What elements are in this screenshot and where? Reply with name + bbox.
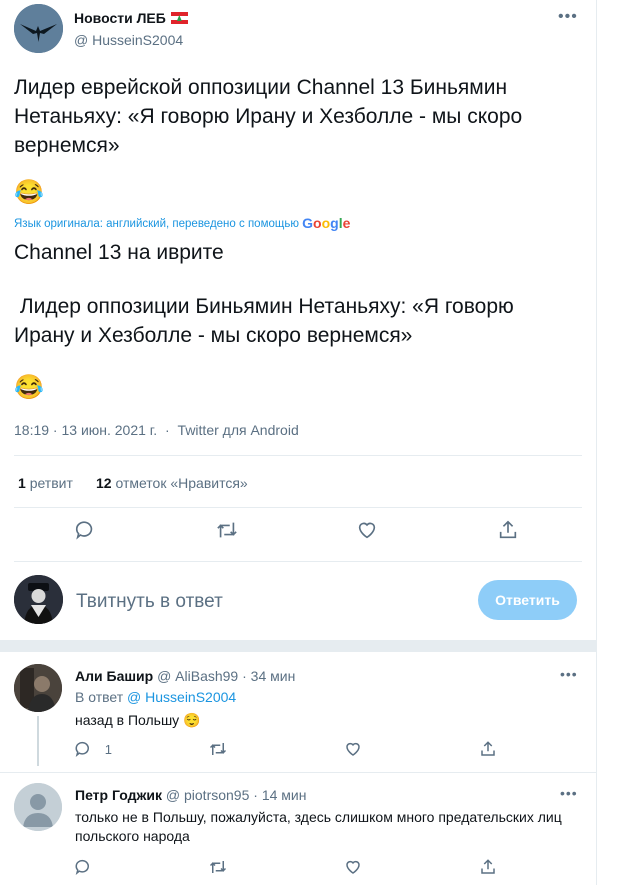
tweet-column: Новости ЛЕБ @ HusseinS2004 ••• Лидер евр…	[0, 0, 597, 885]
like-stat[interactable]: 12 отметок «Нравится»	[96, 475, 248, 491]
retweet-count: 1	[18, 475, 26, 491]
tweet-text-translated: Лидер еврейской оппозиции Channel 13 Бин…	[14, 76, 523, 157]
reply-icon[interactable]	[74, 741, 92, 762]
retweet-stat[interactable]: 1 ретвит	[18, 475, 73, 491]
like-icon[interactable]	[344, 740, 362, 763]
thread-line	[37, 716, 39, 766]
comment-author-handle[interactable]: @ AliBash99	[157, 668, 238, 684]
reply-icon[interactable]	[74, 858, 92, 881]
meta-dot: ·	[164, 422, 170, 438]
tears-of-joy-emoji-2: 😂	[14, 374, 44, 401]
translation-note[interactable]: Язык оригинала: английский, переведено с…	[14, 215, 350, 231]
translation-note-text: Язык оригинала: английский, переведено с…	[14, 218, 299, 230]
lebanon-flag-icon	[170, 12, 188, 24]
tweet-source[interactable]: Twitter для Android	[178, 422, 299, 438]
retweet-icon[interactable]	[208, 740, 228, 763]
reply-to-line: В ответ @ HusseinS2004	[75, 689, 236, 705]
share-icon[interactable]	[479, 858, 497, 881]
section-gap	[0, 640, 596, 652]
comment-more-icon[interactable]: •••	[560, 785, 578, 801]
tears-of-joy-emoji: 😂	[14, 179, 44, 206]
comment-avatar-default[interactable]	[14, 783, 62, 831]
comment-time[interactable]: · 14 мин	[253, 787, 306, 803]
like-label: отметок «Нравится»	[115, 475, 248, 491]
retweet-icon[interactable]	[208, 858, 228, 881]
like-icon[interactable]	[356, 519, 378, 547]
user-avatar[interactable]	[14, 575, 63, 624]
reply-icon[interactable]	[74, 519, 96, 547]
like-count: 12	[96, 475, 112, 491]
reply-input[interactable]: Твитнуть в ответ	[76, 591, 223, 613]
share-icon[interactable]	[479, 740, 497, 763]
tweet-meta: 18:19 · 13 июн. 2021 г. · Twitter для An…	[14, 422, 299, 438]
share-icon[interactable]	[497, 519, 519, 547]
tweet-text-original-line1: Channel 13 на иврите	[14, 241, 224, 264]
comment-author-handle[interactable]: @ piotrson95	[166, 787, 249, 803]
comment-reply-button[interactable]: 1	[74, 740, 112, 763]
comment-header: Петр Годжик @ piotrson95 · 14 мин	[75, 787, 306, 803]
retweet-label: ретвит	[29, 475, 73, 491]
author-handle[interactable]: @ HusseinS2004	[74, 32, 183, 48]
reply-to-handle[interactable]: @ HusseinS2004	[127, 689, 236, 705]
comment-reply-count: 1	[104, 742, 112, 757]
comment-more-icon[interactable]: •••	[560, 666, 578, 682]
comment-time[interactable]: · 34 мин	[242, 668, 295, 684]
google-logo: Google	[302, 215, 351, 231]
reply-to-prefix: В ответ	[75, 689, 124, 705]
comment-header: Али Башир @ AliBash99 · 34 мин	[75, 668, 295, 684]
author-name[interactable]: Новости ЛЕБ	[74, 10, 188, 26]
author-name-text: Новости ЛЕБ	[74, 10, 166, 26]
more-options-icon[interactable]: •••	[558, 8, 578, 26]
tweet-text-original-line2: Лидер оппозиции Биньямин Нетаньяху: «Я г…	[14, 295, 520, 347]
divider	[0, 772, 596, 773]
divider	[14, 561, 582, 562]
retweet-icon[interactable]	[215, 519, 239, 547]
comment-author-name[interactable]: Али Башир	[75, 668, 153, 684]
comment-text: назад в Польшу 😌	[75, 712, 201, 728]
divider	[14, 455, 582, 456]
tweet-timestamp[interactable]: 18:19 · 13 июн. 2021 г.	[14, 422, 157, 438]
like-icon[interactable]	[344, 858, 362, 881]
comment-avatar[interactable]	[14, 664, 62, 712]
divider	[14, 507, 582, 508]
comment-text: только не в Польшу, пожалуйста, здесь сл…	[75, 809, 562, 844]
reply-submit-button[interactable]: Ответить	[478, 580, 577, 620]
comment-author-name[interactable]: Петр Годжик	[75, 787, 162, 803]
author-avatar[interactable]	[14, 4, 63, 53]
